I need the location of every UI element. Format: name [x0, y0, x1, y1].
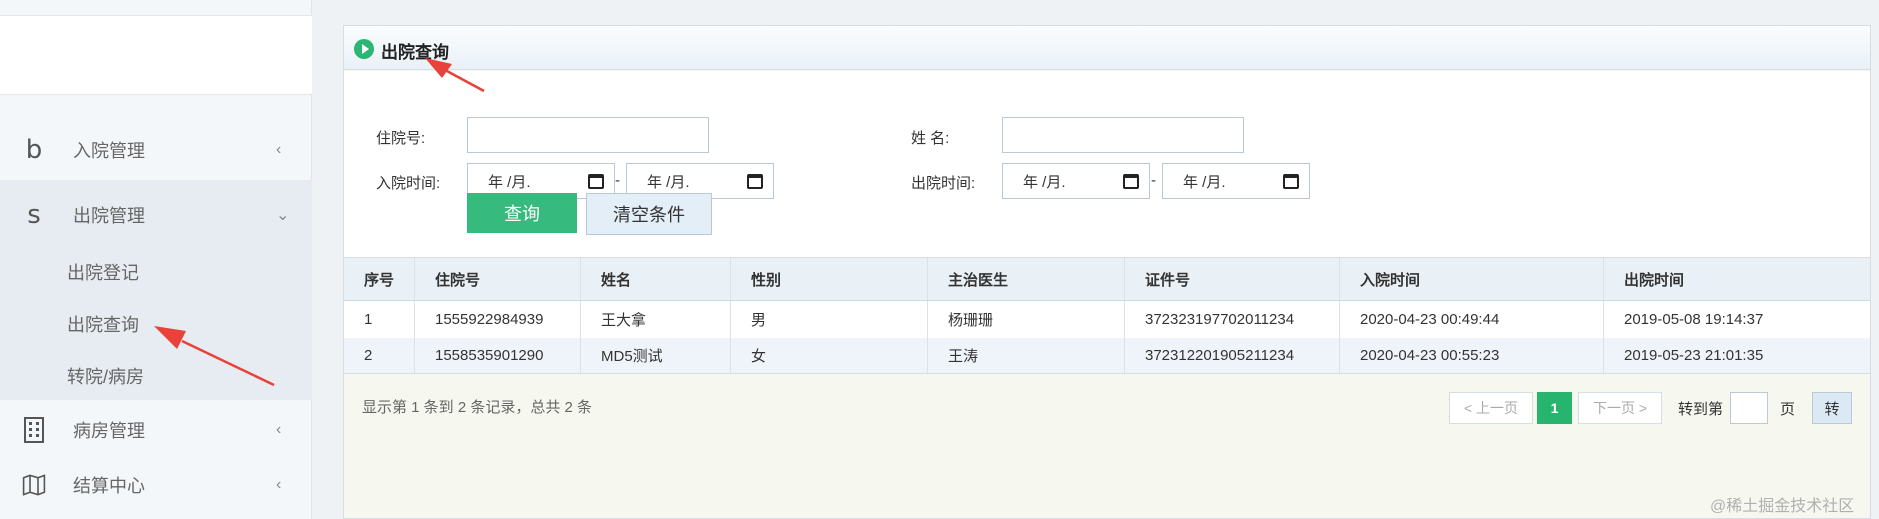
- menu-admission[interactable]: b 入院管理 ‹: [0, 122, 312, 178]
- calendar-icon[interactable]: [747, 174, 763, 189]
- calendar-icon[interactable]: [1123, 174, 1139, 189]
- menu-discharge[interactable]: s 出院管理 ⌄: [0, 187, 312, 243]
- column-header: 主治医生: [928, 258, 1125, 300]
- table-cell: 男: [731, 301, 928, 338]
- clear-conditions-button[interactable]: 清空条件: [586, 193, 712, 235]
- discharge-icon: s: [27, 200, 41, 230]
- next-page-button[interactable]: 下一页 >: [1578, 392, 1662, 424]
- table-cell: 2: [344, 338, 415, 373]
- table-cell: 杨珊珊: [928, 301, 1125, 338]
- calendar-icon[interactable]: [588, 174, 604, 189]
- sidebar-logo-area: [0, 15, 312, 95]
- map-icon: [22, 470, 46, 500]
- date-placeholder: 年 /月.: [488, 173, 531, 191]
- search-button[interactable]: 查询: [467, 193, 577, 233]
- menu-ward[interactable]: 病房管理 ‹: [0, 402, 312, 458]
- table-header-row: 序号 住院号 姓名 性别 主治医生 证件号 入院时间 出院时间: [344, 257, 1870, 301]
- column-header: 入院时间: [1340, 258, 1604, 300]
- table-cell: 2020-04-23 00:55:23: [1340, 338, 1604, 373]
- discharge-end-date-input[interactable]: 年 /月.: [1162, 163, 1310, 199]
- discharge-start-date-input[interactable]: 年 /月.: [1002, 163, 1150, 199]
- menu-discharge-label: 出院管理: [73, 206, 145, 226]
- table-cell: 2019-05-23 21:01:35: [1624, 347, 1764, 364]
- date-placeholder: 年 /月.: [647, 173, 690, 191]
- table-cell: 1555922984939: [415, 301, 581, 338]
- table-cell: 王大拿: [581, 301, 731, 338]
- admit-time-label: 入院时间:: [376, 175, 441, 192]
- chevron-left-icon: ‹: [276, 476, 282, 493]
- admission-no-input[interactable]: [467, 117, 709, 153]
- sidebar: b 入院管理 ‹ s 出院管理 ⌄ 出院登记 出院查询 转院/病房 病房管理 ‹…: [0, 0, 312, 519]
- table-cell: MD5测试: [581, 338, 731, 373]
- chevron-down-icon: ⌄: [276, 207, 290, 224]
- table-cell: 王涛: [928, 338, 1125, 373]
- column-header: 性别: [731, 258, 928, 300]
- table-cell: 1558535901290: [415, 338, 581, 373]
- page-title: 出院查询: [381, 43, 449, 62]
- table-cell: 372323197702011234: [1125, 301, 1340, 338]
- name-label: 姓 名:: [911, 130, 950, 147]
- table-cell: 2019-05-08 19:14:37: [1624, 311, 1764, 328]
- watermark: @稀土掘金技术社区: [1710, 498, 1855, 515]
- sub-item-discharge-query[interactable]: 出院查询: [67, 311, 139, 337]
- menu-ward-label: 病房管理: [73, 421, 145, 441]
- table-row[interactable]: 1 1555922984939 王大拿 男 杨珊珊 37232319770201…: [344, 301, 1870, 338]
- chevron-left-icon: ‹: [276, 141, 282, 158]
- building-icon: [22, 415, 46, 445]
- prev-page-button[interactable]: < 上一页: [1449, 392, 1533, 424]
- discharge-time-label: 出院时间:: [911, 175, 976, 192]
- admission-no-label: 住院号:: [376, 130, 426, 147]
- name-input[interactable]: [1002, 117, 1244, 153]
- page-unit-label: 页: [1780, 401, 1796, 418]
- table-cell: 2020-04-23 00:49:44: [1340, 301, 1604, 338]
- goto-page-input[interactable]: [1730, 392, 1768, 424]
- main-panel: 出院查询 住院号: 姓 名: 入院时间: 年 /月. - 年 /月. 出院时间:…: [343, 25, 1871, 519]
- sub-item-discharge-register[interactable]: 出院登记: [67, 259, 139, 285]
- current-page-button[interactable]: 1: [1537, 392, 1572, 424]
- column-header: 姓名: [581, 258, 731, 300]
- goto-button[interactable]: 转: [1812, 392, 1852, 424]
- play-circle-icon: [354, 39, 374, 59]
- table-cell: 372312201905211234: [1125, 338, 1340, 373]
- date-placeholder: 年 /月.: [1023, 173, 1066, 191]
- date-range-dash: -: [615, 172, 620, 189]
- table-cell: 女: [731, 338, 928, 373]
- date-range-dash: -: [1151, 172, 1156, 189]
- records-summary: 显示第 1 条到 2 条记录，总共 2 条: [362, 399, 593, 416]
- table-row[interactable]: 2 1558535901290 MD5测试 女 王涛 3723122019052…: [344, 338, 1870, 374]
- sub-item-transfer[interactable]: 转院/病房: [67, 363, 144, 389]
- admission-icon: b: [25, 135, 43, 165]
- column-header: 序号: [344, 258, 415, 300]
- goto-label: 转到第: [1678, 401, 1724, 418]
- menu-settlement-label: 结算中心: [73, 476, 145, 496]
- panel-header: 出院查询: [344, 26, 1870, 70]
- menu-settlement[interactable]: 结算中心 ‹: [0, 457, 312, 513]
- date-placeholder: 年 /月.: [1183, 173, 1226, 191]
- chevron-left-icon: ‹: [276, 421, 282, 438]
- column-header: 证件号: [1125, 258, 1340, 300]
- column-header: 出院时间: [1624, 271, 1685, 289]
- menu-admission-label: 入院管理: [73, 141, 145, 161]
- calendar-icon[interactable]: [1283, 174, 1299, 189]
- column-header: 住院号: [415, 258, 581, 300]
- table-cell: 1: [344, 301, 415, 338]
